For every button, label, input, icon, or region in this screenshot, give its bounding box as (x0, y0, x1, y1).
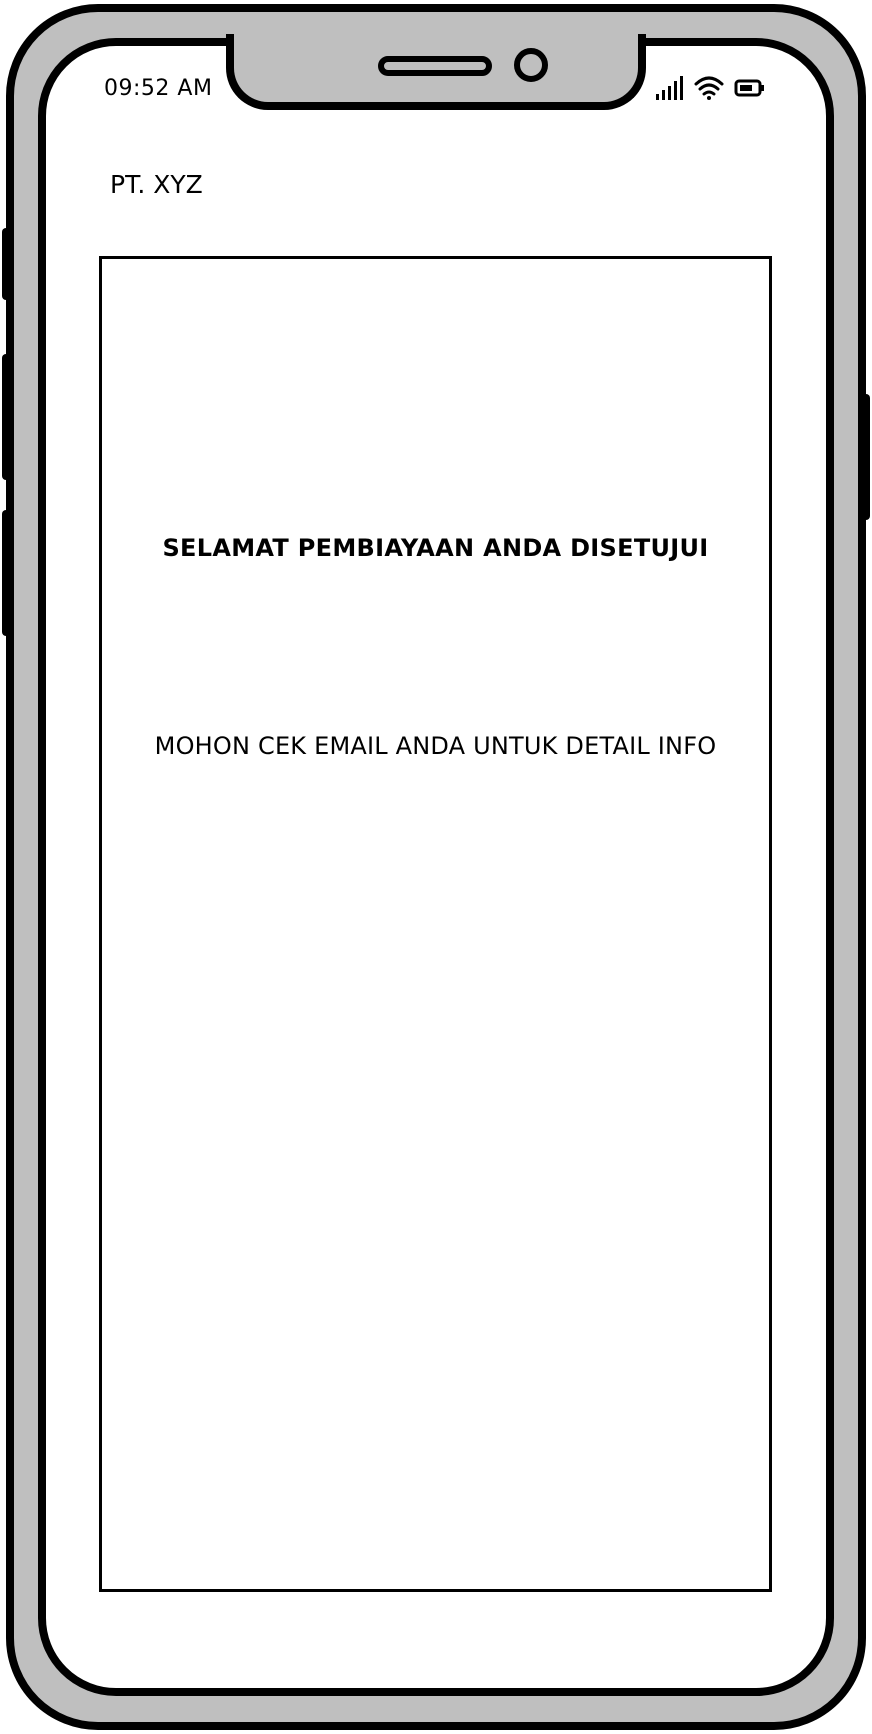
mute-button (2, 510, 12, 636)
speaker-icon (378, 56, 492, 76)
battery-icon (734, 79, 764, 97)
message-card (99, 256, 772, 1592)
volume-up-button (2, 228, 12, 300)
status-bar-time: 09:52 AM (104, 76, 213, 101)
volume-down-button (2, 354, 12, 480)
approval-headline: SELAMAT PEMBIAYAAN ANDA DISETUJUI (162, 534, 709, 562)
signal-icon (656, 76, 683, 100)
wifi-icon (694, 76, 724, 100)
email-info-text: MOHON CEK EMAIL ANDA UNTUK DETAIL INFO (154, 732, 717, 760)
status-bar-icons (656, 76, 764, 100)
power-button (860, 394, 870, 520)
camera-icon (514, 48, 548, 82)
page-title: PT. XYZ (110, 170, 203, 199)
